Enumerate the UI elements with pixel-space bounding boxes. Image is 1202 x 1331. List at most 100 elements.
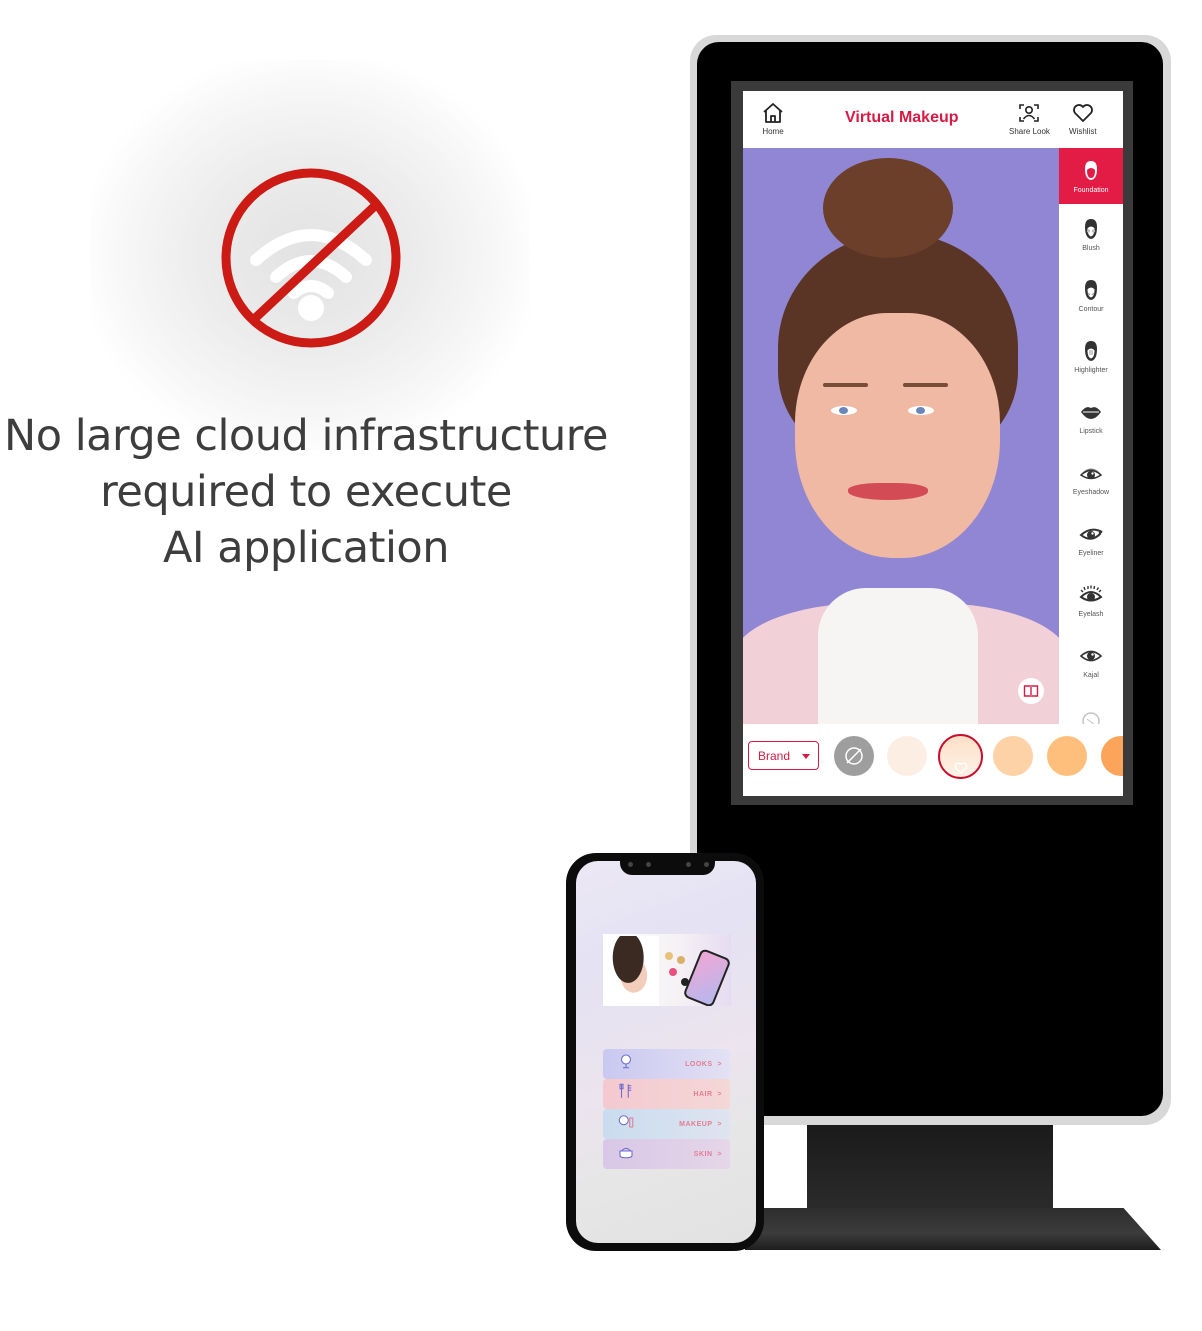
photo-brow — [903, 383, 948, 387]
face-contour-icon — [1085, 280, 1097, 300]
chevron-right-icon: > — [717, 1090, 722, 1098]
eyeliner-icon — [1079, 528, 1103, 540]
menu-looks[interactable]: LOOKS > — [603, 1049, 730, 1079]
category-menu: Foundation Blush Contour Highlighter Lip… — [1059, 148, 1123, 724]
more-category-icon — [1082, 711, 1100, 724]
category-lipstick[interactable]: Lipstick — [1059, 387, 1123, 448]
headline-line-2: required to execute — [100, 467, 512, 517]
heart-icon — [1072, 104, 1093, 122]
category-eyelash[interactable]: Eyelash — [1059, 570, 1123, 631]
category-label: Blush — [1082, 245, 1100, 252]
swatch-shade-3[interactable] — [993, 736, 1033, 776]
category-label: Eyelash — [1078, 611, 1104, 618]
category-more[interactable] — [1059, 692, 1123, 724]
cosmetic-item — [677, 956, 685, 964]
phone-screen: LOOKS > HAIR > MAKEUP > SKIN > — [576, 861, 756, 1243]
photo-shirt — [818, 588, 978, 724]
swatch-shade-5[interactable] — [1101, 736, 1123, 776]
no-wifi-icon — [221, 168, 401, 348]
category-highlighter[interactable]: Highlighter — [1059, 326, 1123, 387]
sensor-icon — [704, 862, 709, 867]
lips-icon — [1081, 407, 1101, 419]
app-header: Home Virtual Makeup Share Look Wishlist — [743, 91, 1123, 148]
mirror-icon — [620, 1054, 632, 1069]
photo-brow — [823, 383, 868, 387]
photo-lips — [848, 483, 928, 500]
wishlist-button[interactable]: Wishlist — [1069, 101, 1097, 136]
menu-skin[interactable]: SKIN > — [603, 1139, 730, 1169]
headline-line-1: No large cloud infrastructure — [4, 411, 608, 461]
category-label: Kajal — [1083, 672, 1099, 679]
brand-dropdown-label: Brand — [758, 748, 791, 763]
camera-icon — [628, 862, 633, 867]
chevron-right-icon: > — [717, 1060, 722, 1068]
face-scan-icon — [1019, 104, 1040, 122]
cosmetic-item — [665, 952, 673, 960]
brush-comb-icon — [619, 1083, 632, 1098]
kiosk-stand-base — [745, 1208, 1161, 1250]
menu-label: MAKEUP — [679, 1120, 713, 1128]
chevron-right-icon: > — [717, 1120, 722, 1128]
home-icon — [763, 103, 783, 123]
sensor-icon — [686, 862, 691, 867]
camera-icon — [646, 862, 651, 867]
promo-banner-image[interactable] — [603, 934, 731, 1006]
photo-face — [795, 313, 1000, 558]
category-eyeshadow[interactable]: Eyeshadow — [1059, 448, 1123, 509]
shade-swatch-bar: Brand — [743, 724, 1123, 796]
cream-jar-icon — [619, 1147, 633, 1159]
category-label: Highlighter — [1074, 367, 1108, 374]
swatch-none[interactable] — [834, 736, 874, 776]
category-contour[interactable]: Contour — [1059, 265, 1123, 326]
wishlist-label: Wishlist — [1069, 127, 1097, 136]
face-preview-photo — [743, 148, 1059, 724]
menu-hair[interactable]: HAIR > — [603, 1079, 730, 1109]
home-label: Home — [762, 127, 784, 136]
photo-eye — [831, 406, 857, 415]
category-label: Eyeliner — [1078, 550, 1104, 557]
category-label: Foundation — [1073, 186, 1109, 194]
face-hair-icon — [1085, 160, 1097, 180]
category-kajal[interactable]: Kajal — [1059, 631, 1123, 692]
kiosk-screen: Home Virtual Makeup Share Look Wishlist … — [743, 91, 1123, 796]
chevron-right-icon: > — [717, 1150, 722, 1158]
category-eyeliner[interactable]: Eyeliner — [1059, 509, 1123, 570]
heart-icon — [954, 762, 967, 774]
phone-category-menu: LOOKS > HAIR > MAKEUP > SKIN > — [603, 1049, 730, 1169]
compare-split-icon — [1023, 685, 1039, 697]
menu-makeup[interactable]: MAKEUP > — [603, 1109, 730, 1139]
face-highlighter-icon — [1085, 341, 1097, 361]
photo-eye — [908, 406, 934, 415]
home-button[interactable]: Home — [761, 101, 785, 136]
headline-line-3: AI application — [163, 523, 449, 573]
share-look-button[interactable]: Share Look — [1009, 101, 1050, 136]
photo-hair-bun — [823, 158, 953, 258]
category-blush[interactable]: Blush — [1059, 204, 1123, 265]
kajal-eye-icon — [1079, 650, 1103, 662]
promo-phone-graphic — [682, 947, 731, 1006]
compact-lipstick-icon — [618, 1115, 634, 1128]
swatch-shade-4[interactable] — [1047, 736, 1087, 776]
promo-woman-photo — [603, 936, 659, 1006]
headline: No large cloud infrastructure required t… — [0, 408, 612, 576]
share-look-label: Share Look — [1009, 127, 1050, 136]
eyeshadow-icon — [1079, 468, 1103, 480]
brand-dropdown[interactable]: Brand — [748, 741, 819, 770]
category-label: Lipstick — [1079, 428, 1103, 435]
menu-label: SKIN — [693, 1150, 713, 1158]
no-shade-icon — [845, 747, 863, 765]
compare-button[interactable] — [1018, 678, 1044, 704]
eyelash-icon — [1079, 585, 1103, 602]
face-blush-icon — [1085, 219, 1097, 239]
cosmetic-item — [669, 968, 677, 976]
app-title: Virtual Makeup — [845, 109, 959, 126]
menu-label: HAIR — [693, 1090, 713, 1098]
swatch-shade-1[interactable] — [887, 736, 927, 776]
caret-down-icon — [802, 754, 810, 759]
category-foundation[interactable]: Foundation — [1059, 148, 1123, 204]
phone-notch — [620, 855, 715, 875]
category-label: Eyeshadow — [1072, 489, 1110, 496]
menu-label: LOOKS — [685, 1060, 713, 1068]
category-label: Contour — [1078, 306, 1104, 313]
swatch-shade-2-selected[interactable] — [938, 734, 983, 779]
